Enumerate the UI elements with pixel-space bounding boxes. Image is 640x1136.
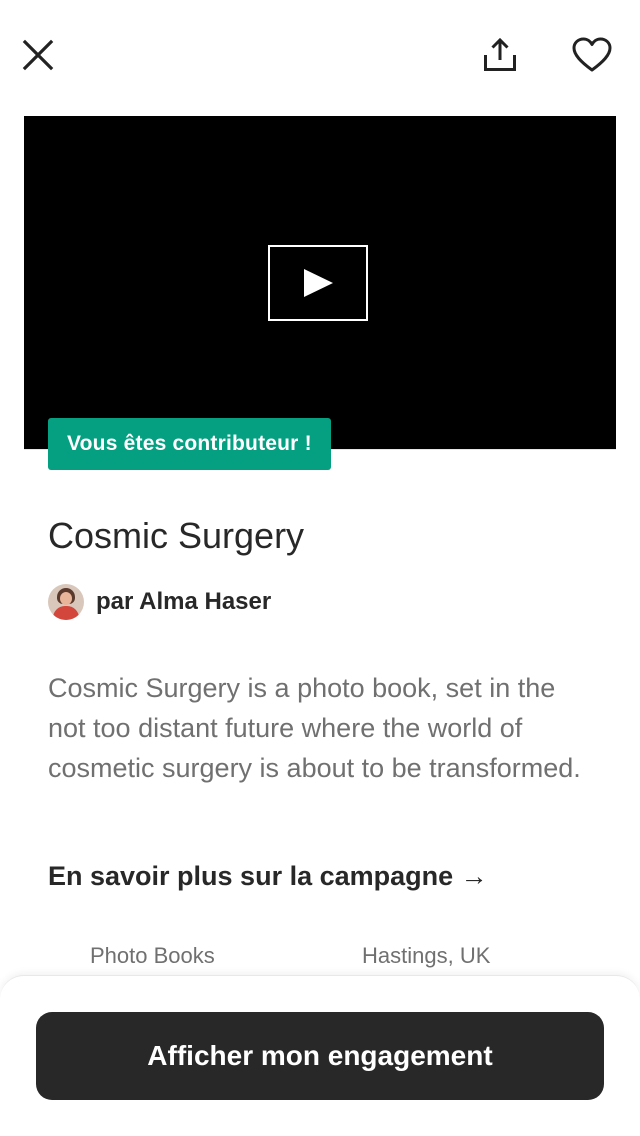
view-pledge-button[interactable]: Afficher mon engagement xyxy=(36,1012,604,1100)
project-category[interactable]: Photo Books xyxy=(90,940,215,972)
project-description: Cosmic Surgery is a photo book, set in t… xyxy=(48,673,581,783)
close-icon xyxy=(22,39,54,71)
play-button[interactable] xyxy=(268,245,368,321)
top-bar xyxy=(0,0,640,108)
author-row[interactable]: par Alma Haser xyxy=(48,584,271,620)
share-icon xyxy=(484,37,516,71)
project-title: Cosmic Surgery xyxy=(48,515,305,556)
contributor-badge: Vous êtes contributeur ! xyxy=(48,418,331,470)
author-name: par Alma Haser xyxy=(96,588,272,615)
close-button[interactable] xyxy=(16,33,60,77)
learn-more-link[interactable]: En savoir plus sur la campagne → xyxy=(48,856,488,896)
share-button[interactable] xyxy=(478,33,522,77)
bottom-action-panel: Afficher mon engagement xyxy=(0,975,640,1136)
heart-icon xyxy=(572,37,612,72)
video-player[interactable] xyxy=(24,116,616,449)
project-location[interactable]: Hastings, UK xyxy=(362,940,490,972)
play-icon xyxy=(304,269,333,297)
project-page: Vous êtes contributeur ! Cosmic Surgery … xyxy=(0,0,640,1136)
favorite-button[interactable] xyxy=(570,33,614,77)
avatar xyxy=(48,584,84,620)
